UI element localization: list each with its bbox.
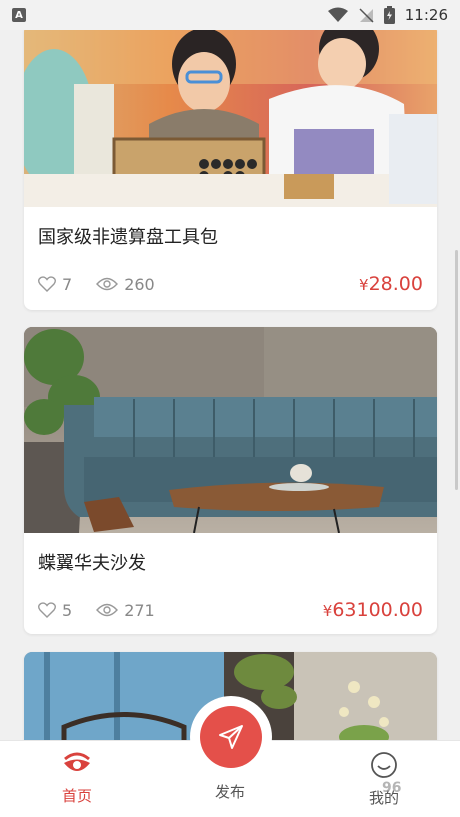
signal-off-icon	[359, 8, 374, 23]
sofa-photo	[24, 327, 437, 533]
status-bar: A 11:26	[0, 0, 460, 30]
battery-charging-icon	[383, 6, 395, 24]
scrollbar[interactable]	[455, 250, 458, 490]
app-screen: A 11:26 国家级非遗算盘工具包 7 260 ¥28.00 蝶翼华夫沙发 5…	[0, 0, 460, 817]
product-meta: 5 271 ¥63100.00	[24, 590, 437, 630]
like-count: 5	[62, 600, 73, 620]
wifi-icon	[327, 7, 348, 22]
product-meta: 7 260 ¥28.00	[24, 264, 437, 304]
paper-plane-icon	[219, 725, 243, 749]
product-image[interactable]	[24, 30, 437, 207]
eye-icon	[96, 603, 119, 617]
product-card[interactable]: 蝶翼华夫沙发 5 271 ¥63100.00	[24, 327, 437, 634]
home-eye-icon	[64, 752, 90, 771]
product-card[interactable]: 国家级非遗算盘工具包 7 260 ¥28.00	[24, 30, 437, 310]
tab-home-label: 首页	[61, 787, 92, 805]
product-image[interactable]	[24, 327, 437, 533]
view-count: 260	[124, 274, 155, 294]
product-feed[interactable]: 国家级非遗算盘工具包 7 260 ¥28.00 蝶翼华夫沙发 5 271 ¥63…	[0, 30, 460, 740]
product-title[interactable]: 国家级非遗算盘工具包	[24, 223, 232, 249]
smiley-icon	[371, 752, 397, 778]
heart-icon[interactable]	[38, 602, 56, 618]
notification-a-icon: A	[12, 8, 26, 22]
tab-home[interactable]: 首页	[37, 751, 117, 806]
publish-button-ring	[190, 696, 272, 778]
product-title[interactable]: 蝶翼华夫沙发	[24, 549, 160, 575]
heart-icon[interactable]	[38, 276, 56, 292]
abacus-photo	[24, 30, 437, 207]
view-count: 271	[124, 600, 155, 620]
tab-publish[interactable]: 发布	[190, 781, 270, 802]
product-price: ¥63100.00	[322, 599, 423, 621]
eye-icon	[96, 277, 119, 291]
tab-publish-label: 发布	[214, 783, 245, 801]
watermark: 96	[382, 780, 402, 796]
clock: 11:26	[404, 6, 448, 24]
publish-button[interactable]	[200, 706, 262, 768]
like-count: 7	[62, 274, 73, 294]
product-price: ¥28.00	[359, 273, 423, 295]
